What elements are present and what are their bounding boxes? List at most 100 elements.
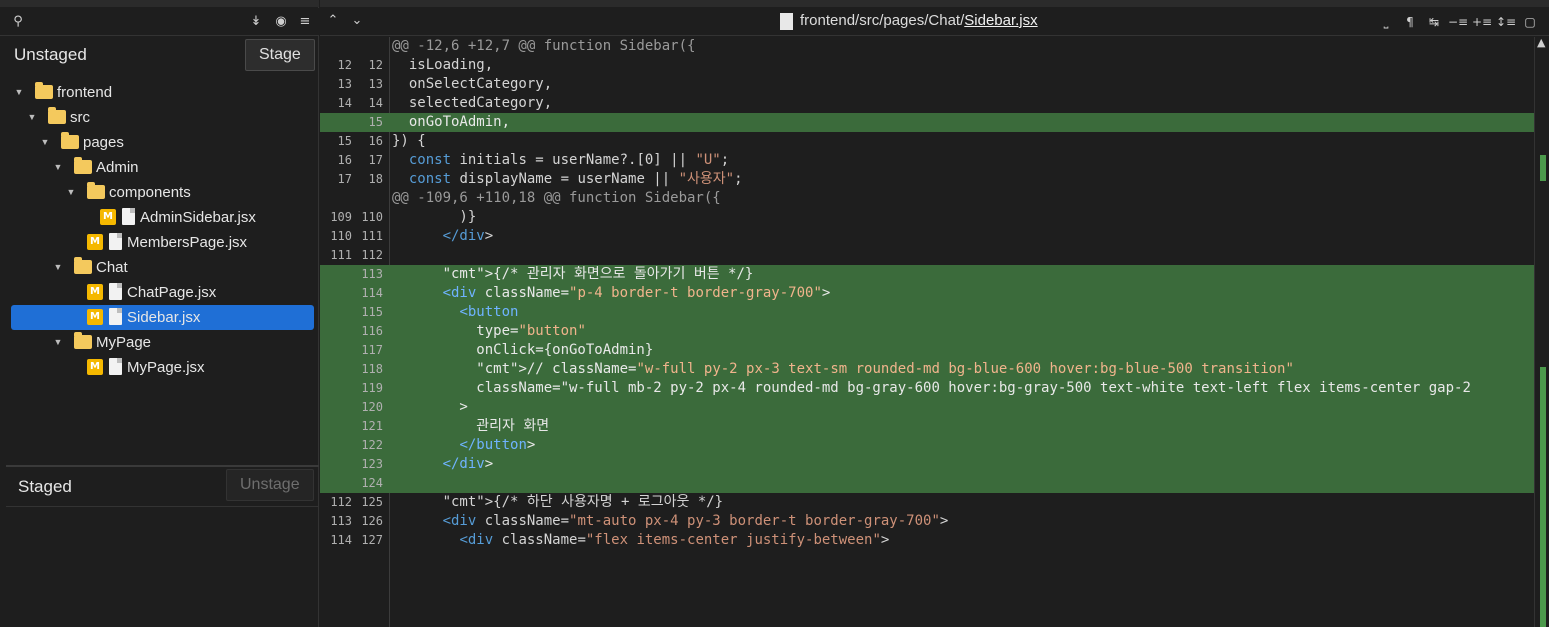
tree-folder[interactable]: ▼ src: [11, 105, 314, 130]
new-line-number: 15: [368, 115, 383, 129]
tree-file[interactable]: M Sidebar.jsx: [11, 305, 314, 330]
tree-folder[interactable]: ▼ Chat: [11, 255, 314, 280]
expand-triangle-icon[interactable]: ▼: [39, 130, 51, 155]
new-line-number: 112: [361, 248, 383, 262]
whitespace-icon[interactable]: ⎵: [1376, 12, 1396, 32]
more-context-icon[interactable]: +≡: [1472, 12, 1492, 32]
expand-triangle-icon[interactable]: ▼: [65, 180, 77, 205]
added-line: 124: [320, 474, 1534, 493]
code-text: <div className="flex items-center justif…: [459, 532, 890, 548]
context-line: 111 112: [320, 246, 1534, 265]
code-text: }) {: [392, 133, 426, 149]
eye-icon[interactable]: ◉: [271, 12, 291, 32]
chevron-down-icon[interactable]: ⌄: [348, 11, 366, 31]
old-line-number: 112: [330, 495, 352, 509]
file-icon: [109, 233, 122, 250]
code-text: "cmt">// className="w-full py-2 px-3 tex…: [476, 361, 1294, 377]
code-text: selectedCategory,: [392, 95, 553, 111]
tree-folder[interactable]: ▼ pages: [11, 130, 314, 155]
wrap-icon[interactable]: ↹: [1424, 12, 1444, 32]
code-text: onClick={onGoToAdmin}: [392, 342, 654, 358]
context-line: 13 13 onSelectCategory,: [320, 75, 1534, 94]
code-text: "cmt">{/* 관리자 화면으로 돌아가기 버튼 */}: [442, 266, 754, 282]
context-line: 113 126 <div className="mt-auto px-4 py-3…: [320, 512, 1534, 531]
context-line: 112 125 "cmt">{/* 하단 사용자명 + 로그아웃 */}: [320, 493, 1534, 512]
added-line: 116 type="button": [320, 322, 1534, 341]
new-line-number: 114: [361, 286, 383, 300]
pilcrow-icon[interactable]: ¶: [1400, 12, 1420, 32]
search-icon[interactable]: ⚲: [8, 12, 28, 32]
folder-icon: [61, 132, 79, 149]
hunk-header: @@ -12,6 +12,7 @@ function Sidebar({: [320, 37, 1534, 56]
collapse-all-icon[interactable]: ↡: [246, 12, 266, 32]
unstaged-title: Unstaged: [14, 45, 87, 64]
stage-button[interactable]: Stage: [245, 39, 315, 71]
new-line-number: 126: [361, 514, 383, 528]
added-line: 115 <button: [320, 303, 1534, 322]
added-line: 119 className="w-full mb-2 py-2 px-4 rou…: [320, 379, 1534, 398]
scroll-up-icon[interactable]: ▲: [1537, 36, 1545, 49]
file-icon: [109, 308, 122, 325]
expand-triangle-icon[interactable]: ▼: [52, 330, 64, 355]
new-line-number: 17: [368, 153, 383, 167]
split-view-icon[interactable]: ▢: [1520, 12, 1540, 32]
tree-file[interactable]: M AdminSidebar.jsx: [11, 205, 314, 230]
expand-triangle-icon[interactable]: ▼: [13, 80, 25, 105]
added-line: 118 "cmt">// className="w-full py-2 px-3…: [320, 360, 1534, 379]
old-line-number: 17: [337, 172, 352, 186]
new-line-number: 12: [368, 58, 383, 72]
added-line: 114 <div className="p-4 border-t border-…: [320, 284, 1534, 303]
unstage-button[interactable]: Unstage: [226, 469, 314, 501]
expand-triangle-icon[interactable]: ▼: [52, 255, 64, 280]
tree-file[interactable]: M MembersPage.jsx: [11, 230, 314, 255]
left-toolbar: ⚲ ↡ ◉ ≡: [0, 8, 319, 36]
diff-panel: ⌃ ⌄ frontend/src/pages/Chat/Sidebar.jsx …: [320, 0, 1549, 627]
changes-panel: ⚲ ↡ ◉ ≡ Unstaged Stage ▼ frontend ▼ src ▼ pag…: [0, 0, 319, 627]
modified-badge: M: [87, 359, 103, 375]
fewer-context-icon[interactable]: −≡: [1448, 12, 1468, 32]
chevron-up-icon[interactable]: ⌃: [324, 11, 342, 31]
context-line: 16 17 const initials = userName?.[0] || "…: [320, 151, 1534, 170]
modified-badge: M: [87, 234, 103, 250]
new-line-number: 125: [361, 495, 383, 509]
tree-label: components: [109, 184, 191, 201]
context-line: 109 110 )}: [320, 208, 1534, 227]
old-line-number: 13: [337, 77, 352, 91]
file-path-prefix: frontend/src/pages/Chat/: [800, 12, 965, 29]
tree-file[interactable]: M MyPage.jsx: [11, 355, 314, 380]
folder-icon: [74, 332, 92, 349]
tree-label: MembersPage.jsx: [127, 234, 248, 251]
added-line: 121 관리자 화면: [320, 417, 1534, 436]
file-icon: [109, 283, 122, 300]
tree-folder[interactable]: ▼ MyPage: [11, 330, 314, 355]
tree-folder[interactable]: ▼ components: [11, 180, 314, 205]
expand-triangle-icon[interactable]: ▼: [52, 155, 64, 180]
code-text: @@ -109,6 +110,18 @@ function Sidebar({: [392, 190, 721, 206]
context-line: 12 12 isLoading,: [320, 56, 1534, 75]
tree-label: ChatPage.jsx: [127, 284, 217, 301]
modified-badge: M: [87, 309, 103, 325]
code-text: onGoToAdmin,: [392, 114, 511, 130]
expand-triangle-icon[interactable]: ▼: [26, 105, 38, 130]
code-text: )}: [392, 209, 477, 225]
tree-label: AdminSidebar.jsx: [140, 209, 256, 226]
hunk-header: @@ -109,6 +110,18 @@ function Sidebar({: [320, 189, 1534, 208]
added-line: 120 >: [320, 398, 1534, 417]
new-line-number: 111: [361, 229, 383, 243]
new-line-number: 121: [361, 419, 383, 433]
old-line-number: 15: [337, 134, 352, 148]
vertical-scrollbar[interactable]: ▲: [1534, 36, 1549, 627]
tree-folder[interactable]: ▼ Admin: [11, 155, 314, 180]
tree-folder[interactable]: ▼ frontend: [11, 80, 314, 105]
tree-label: Sidebar.jsx: [127, 309, 201, 326]
folder-icon: [35, 82, 53, 99]
expand-icon[interactable]: ↕≡: [1496, 12, 1516, 32]
diff-viewer[interactable]: @@ -12,6 +12,7 @@ function Sidebar({12 12…: [320, 37, 1534, 627]
unstaged-section-header: Unstaged Stage: [0, 37, 319, 77]
tree-file[interactable]: M ChatPage.jsx: [11, 280, 314, 305]
change-marker: [1540, 155, 1546, 181]
old-line-number: 110: [330, 229, 352, 243]
window-title-strip: [320, 0, 1549, 7]
list-icon[interactable]: ≡: [295, 12, 315, 32]
code-text: @@ -12,6 +12,7 @@ function Sidebar({: [392, 38, 696, 54]
